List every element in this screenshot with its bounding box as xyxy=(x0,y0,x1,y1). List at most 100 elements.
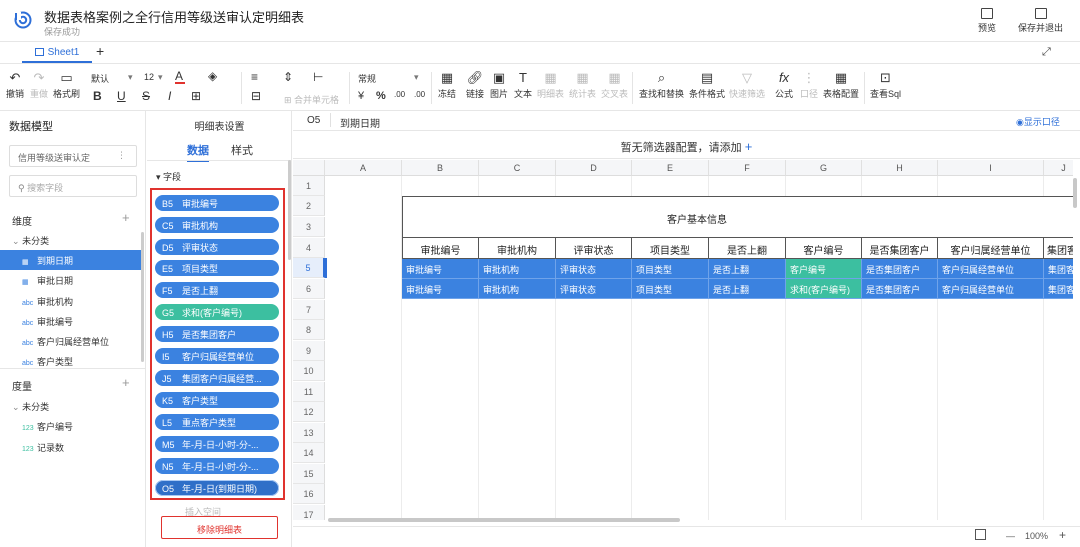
header-cell[interactable]: 审批编号 xyxy=(402,238,479,259)
data-cell[interactable]: 项目类型 xyxy=(632,259,709,279)
data-cell[interactable]: 审批编号 xyxy=(402,279,479,299)
row-header[interactable]: 13 xyxy=(293,423,325,443)
number-format-select[interactable]: 常规 xyxy=(358,72,376,85)
text-direction-icon[interactable]: ⊟ xyxy=(251,89,261,103)
data-cell[interactable]: 是否集团客户 xyxy=(862,279,938,299)
header-cell[interactable]: 评审状态 xyxy=(556,238,632,259)
currency-button[interactable]: ¥ xyxy=(358,90,364,102)
align-left-icon[interactable]: ≡ xyxy=(251,70,258,84)
data-cell[interactable]: 评审状态 xyxy=(556,279,632,299)
font-size-select[interactable]: 12 xyxy=(144,72,154,82)
formula-button[interactable]: fx 公式 xyxy=(775,70,793,100)
spreadsheet-grid[interactable]: A B C D E F G H I J 1 2 3 4 5 6 7 8 9 10… xyxy=(293,160,1073,520)
column-header[interactable]: J xyxy=(1044,160,1073,176)
field-pill-selected[interactable]: O5 年-月-日(到期日期) xyxy=(155,480,279,496)
header-cell[interactable]: 客户编号 xyxy=(786,238,862,259)
image-button[interactable]: ▣ 图片 xyxy=(490,70,508,100)
border-icon[interactable]: ⊞ xyxy=(191,89,201,103)
data-cell[interactable]: 客户归属经营单位 xyxy=(938,279,1044,299)
field-item-due-date[interactable]: ▦ 到期日期 xyxy=(0,250,142,270)
measure-category[interactable]: ⌄ 未分类 xyxy=(12,400,49,413)
column-header[interactable]: H xyxy=(862,160,938,176)
data-cell[interactable]: 客户编号 xyxy=(786,259,862,279)
field-pill[interactable]: K5 客户类型 xyxy=(155,392,279,408)
tab-data[interactable]: 数据 xyxy=(187,142,209,162)
merged-title-cell[interactable]: 客户基本信息 xyxy=(402,196,1073,238)
decimal-decrease-button[interactable]: .00 xyxy=(414,90,425,99)
chevron-down-icon[interactable]: ▾ xyxy=(414,72,419,83)
column-header[interactable]: G xyxy=(786,160,862,176)
font-family-select[interactable]: 默认 xyxy=(91,72,109,85)
row-header[interactable]: 3 xyxy=(293,217,325,237)
chevron-down-icon[interactable]: ▾ xyxy=(128,72,133,83)
quick-filter-button[interactable]: ▽ 快速筛选 xyxy=(729,70,765,100)
field-item-approval-date[interactable]: ▦ 审批日期 xyxy=(0,270,142,290)
add-dimension-icon[interactable]: + xyxy=(122,210,130,225)
row-header[interactable]: 11 xyxy=(293,382,325,402)
save-exit-button[interactable]: 保存并退出 xyxy=(1018,8,1063,34)
preview-button[interactable]: 预览 xyxy=(978,8,996,34)
field-pill[interactable]: L5 重点客户类型 xyxy=(155,414,279,430)
link-button[interactable]: 🔗︎ 链接 xyxy=(466,70,484,100)
model-select[interactable]: 信用等级送审认定 ⋮ xyxy=(9,145,137,167)
column-header[interactable]: C xyxy=(479,160,556,176)
row-header[interactable]: 1 xyxy=(293,176,325,196)
strike-icon[interactable]: S xyxy=(142,89,150,103)
header-cell[interactable]: 项目类型 xyxy=(632,238,709,259)
column-header[interactable]: F xyxy=(709,160,786,176)
show-caliber-toggle[interactable]: ◉显示口径 xyxy=(1016,115,1060,128)
grid-corner[interactable] xyxy=(293,160,325,176)
add-measure-icon[interactable]: + xyxy=(122,375,130,390)
column-header[interactable]: E xyxy=(632,160,709,176)
detail-table-button[interactable]: ▦ 明细表 xyxy=(537,70,564,100)
undo-button[interactable]: ↶ 撤销 xyxy=(6,70,24,100)
row-header[interactable]: 10 xyxy=(293,361,325,381)
row-header[interactable]: 4 xyxy=(293,238,325,258)
formula-value[interactable]: 到期日期 xyxy=(340,115,380,130)
decimal-increase-button[interactable]: .00 xyxy=(394,90,405,99)
italic-icon[interactable]: I xyxy=(168,89,171,103)
wrap-icon[interactable]: ⊢ xyxy=(313,70,323,84)
data-cell[interactable]: 审批机构 xyxy=(479,259,556,279)
zoom-out-button[interactable]: — xyxy=(1006,531,1015,541)
row-header[interactable]: 16 xyxy=(293,484,325,504)
header-cell[interactable]: 集团客 xyxy=(1044,238,1073,259)
horizontal-scrollbar[interactable] xyxy=(328,518,680,522)
column-header[interactable]: B xyxy=(402,160,479,176)
row-header[interactable]: 6 xyxy=(293,279,325,299)
field-pill[interactable]: I5 客户归属经营单位 xyxy=(155,348,279,364)
row-header[interactable]: 9 xyxy=(293,341,325,361)
row-header[interactable]: 14 xyxy=(293,443,325,463)
vertical-align-icon[interactable]: ⇕ xyxy=(283,70,293,84)
header-cell[interactable]: 审批机构 xyxy=(479,238,556,259)
field-item-customer-type[interactable]: abc 客户类型 xyxy=(0,351,142,368)
data-cell[interactable]: 是否集团客户 xyxy=(862,259,938,279)
data-cell[interactable]: 项目类型 xyxy=(632,279,709,299)
field-pill[interactable]: C5 审批机构 xyxy=(155,217,279,233)
fields-section-label[interactable]: ▾ 字段 xyxy=(156,170,181,183)
field-pill[interactable]: G5 求和(客户编号) xyxy=(155,304,279,320)
field-pill[interactable]: H5 是否集团客户 xyxy=(155,326,279,342)
field-item-record-count[interactable]: 123 记录数 xyxy=(0,437,142,457)
redo-button[interactable]: ↷ 重做 xyxy=(30,70,48,100)
header-cell[interactable]: 是否集团客户 xyxy=(862,238,938,259)
field-item-approval-org[interactable]: abc 审批机构 xyxy=(0,291,142,311)
text-button[interactable]: T 文本 xyxy=(514,70,532,100)
data-cell[interactable]: 是否上翻 xyxy=(709,279,786,299)
field-item-customer-unit[interactable]: abc 客户归属经营单位 xyxy=(0,331,142,351)
tab-style[interactable]: 样式 xyxy=(231,142,253,158)
data-cell[interactable]: 是否上翻 xyxy=(709,259,786,279)
fill-color-icon[interactable]: ◈ xyxy=(208,69,217,83)
percent-button[interactable]: % xyxy=(376,90,386,102)
data-cell[interactable]: 求和(客户编号) xyxy=(786,279,862,299)
add-filter-button[interactable]: + xyxy=(745,139,753,154)
field-pill[interactable]: E5 项目类型 xyxy=(155,260,279,276)
zoom-in-button[interactable]: + xyxy=(1059,528,1066,542)
left-panel-scrollbar[interactable] xyxy=(141,232,144,362)
middle-panel-scrollbar[interactable] xyxy=(288,160,291,260)
stats-table-button[interactable]: ▦ 统计表 xyxy=(569,70,596,100)
header-cell[interactable]: 客户归属经营单位 xyxy=(938,238,1044,259)
row-header[interactable]: 7 xyxy=(293,300,325,320)
row-header[interactable]: 8 xyxy=(293,320,325,340)
format-painter-button[interactable]: ▭ 格式刷 xyxy=(53,70,80,100)
